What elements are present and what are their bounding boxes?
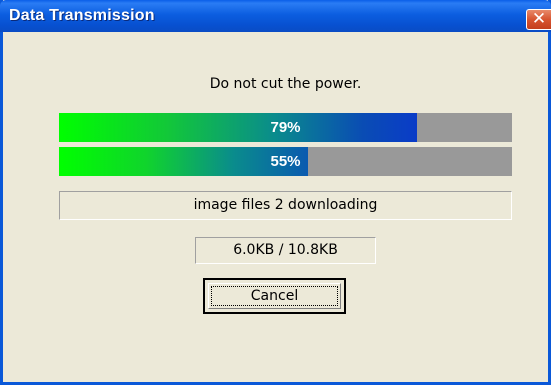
title-bar[interactable]: Data Transmission ✕ [0,0,551,32]
file-progress-bar: 55% [59,147,512,176]
warning-message: Do not cut the power. [209,76,362,92]
close-icon: ✕ [531,9,547,29]
progress-label: 55% [270,153,301,170]
window-title: Data Transmission [9,7,155,24]
progress-label: 79% [270,119,301,136]
transfer-size-text: 6.0KB / 10.8KB [195,237,376,264]
cancel-button-label: Cancel [208,283,341,309]
overall-progress-bar: 79% [59,113,512,142]
cancel-button[interactable]: Cancel [203,278,346,314]
status-text: image files 2 downloading [59,191,512,220]
close-button[interactable]: ✕ [526,9,551,30]
dialog-window: Data Transmission ✕ Do not cut the power… [0,0,551,385]
